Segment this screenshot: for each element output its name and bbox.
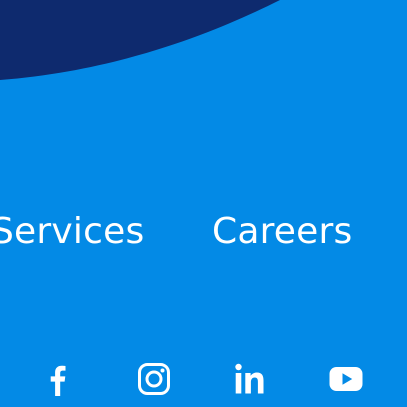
facebook-link[interactable] bbox=[40, 361, 76, 397]
youtube-icon bbox=[329, 367, 363, 391]
nav-link-careers[interactable]: Careers bbox=[212, 209, 352, 255]
instagram-icon bbox=[138, 363, 170, 395]
linkedin-link[interactable] bbox=[232, 361, 268, 397]
linkedin-icon bbox=[235, 363, 264, 394]
decorative-wave bbox=[0, 0, 280, 80]
youtube-link[interactable] bbox=[328, 361, 364, 397]
instagram-link[interactable] bbox=[136, 361, 172, 397]
facebook-icon bbox=[50, 365, 66, 396]
wave-shape bbox=[0, 0, 280, 80]
nav-link-services[interactable]: Services bbox=[0, 209, 144, 255]
footer: Services Careers bbox=[0, 0, 407, 407]
